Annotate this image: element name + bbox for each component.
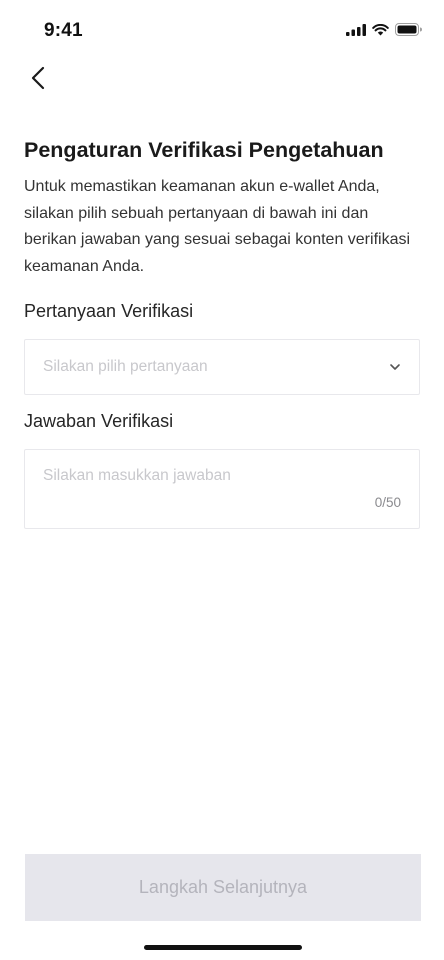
status-bar: 9:41 [0,0,444,60]
cellular-signal-icon [346,23,366,41]
chevron-left-icon [31,66,45,95]
answer-field-container[interactable]: 0/50 [24,449,420,529]
wifi-icon [372,23,389,41]
page-description: Untuk memastikan keamanan akun e-wallet … [24,178,411,275]
battery-icon [395,23,422,41]
answer-input[interactable] [43,464,383,488]
next-step-button[interactable]: Langkah Selanjutnya [25,854,421,921]
question-select[interactable]: Silakan pilih pertanyaan [24,339,420,395]
back-button[interactable] [22,64,54,96]
page-title: Pengaturan Verifikasi Pengetahuan [24,138,384,162]
home-indicator [144,945,302,950]
character-counter: 0/50 [374,495,401,510]
chevron-down-icon [389,358,401,376]
status-icons [346,23,422,41]
status-time: 9:41 [44,20,83,41]
answer-label: Jawaban Verifikasi [24,411,174,431]
question-placeholder: Silakan pilih pertanyaan [43,358,208,375]
question-label: Pertanyaan Verifikasi [24,301,194,321]
